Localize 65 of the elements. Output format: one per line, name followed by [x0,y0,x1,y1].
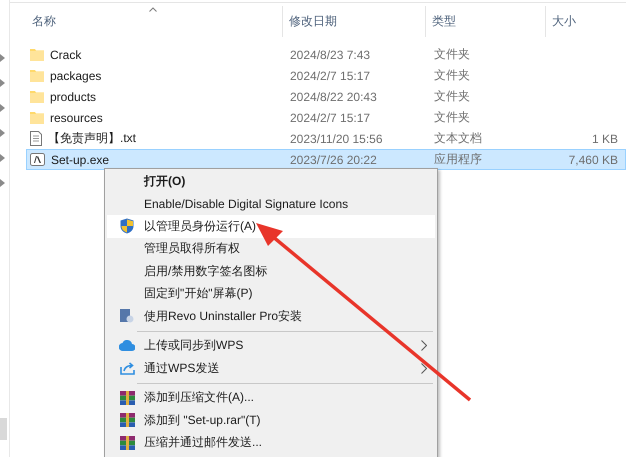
expand-arrow-icon[interactable] [0,54,5,62]
file-type: 应用程序 [433,151,483,168]
file-size: 7,460 KB [568,152,618,166]
menu-item[interactable]: 管理员取得所有权 [107,238,435,260]
expand-arrow-icon[interactable] [0,104,5,112]
modified-date: 2024/2/7 15:17 [289,110,372,124]
share-icon [120,361,134,376]
column-header[interactable]: 修改日期 [283,6,426,37]
menu-item[interactable]: 上传或同步到WPS [107,334,435,357]
menu-item[interactable]: 启用/禁用数字签名图标 [107,260,435,282]
menu-item[interactable]: 固定到"开始"屏幕(P) [107,282,435,305]
expand-arrow-icon[interactable] [0,179,5,187]
document-icon [30,131,42,146]
file-row[interactable]: 【免责声明】.txt 2023/11/20 15:56 文本文档 1 KB [26,128,626,149]
file-name: packages [50,68,102,82]
file-name: resources [50,110,103,124]
archive-icon [120,436,134,450]
file-name: 【免责声明】.txt [48,130,136,147]
sort-caret-icon [149,7,157,12]
archive-icon [120,390,134,405]
folder-icon [30,90,44,103]
expand-arrow-icon[interactable] [0,79,5,87]
submenu-chevron-icon [421,340,427,352]
file-name: products [50,90,96,104]
modified-date: 2023/11/20 15:56 [289,132,384,146]
modified-date: 2024/8/22 20:43 [289,90,378,104]
menu-item[interactable]: 添加到 "Set-up.rar"(T) [107,409,435,432]
menu-item[interactable]: 添加到压缩文件(A)... [107,386,435,409]
modified-date: 2023/7/26 20:22 [289,152,378,166]
installer-icon [120,309,134,324]
expand-arrow-icon[interactable] [0,129,5,137]
folder-icon [30,111,44,124]
menu-item[interactable]: 使用Revo Uninstaller Pro安装 [107,305,435,328]
file-type: 文件夹 [433,67,471,84]
menu-item[interactable]: 压缩并通过邮件发送... [107,432,435,454]
cloud-icon [119,340,135,352]
file-type: 文件夹 [433,109,471,126]
menu-item[interactable]: Enable/Disable Digital Signature Icons [107,192,435,215]
file-name: Crack [50,48,82,62]
file-name: Set-up.exe [51,152,110,166]
file-type: 文本文档 [433,130,483,147]
file-type: 文件夹 [433,46,471,63]
column-header[interactable]: 大小 [546,6,626,37]
column-header[interactable]: 类型 [426,6,546,37]
file-row[interactable]: packages 2024/2/7 15:17 文件夹 [26,65,626,86]
archive-icon [120,413,134,428]
folder-icon [30,69,44,82]
expand-arrow-icon[interactable] [0,154,5,162]
folder-icon [30,48,44,61]
file-row[interactable]: products 2024/8/22 20:43 文件夹 [26,86,626,107]
menu-item[interactable]: 打开(O) [107,170,435,192]
application-icon [30,153,45,166]
scrollbar-thumb[interactable] [0,418,7,440]
submenu-chevron-icon [421,362,427,374]
modified-date: 2024/2/7 15:17 [289,68,372,82]
file-row[interactable]: Crack 2024/8/23 7:43 文件夹 [26,44,626,65]
modified-date: 2024/8/23 7:43 [289,48,372,62]
file-row[interactable]: Set-up.exe 2023/7/26 20:22 应用程序 7,460 KB [26,149,626,170]
menu-item[interactable]: 通过WPS发送 [107,357,435,380]
column-header[interactable]: 名称 [10,6,283,37]
menu-item[interactable]: 以管理员身份运行(A) [107,215,435,238]
file-row[interactable]: resources 2024/2/7 15:17 文件夹 [26,107,626,128]
file-size: 1 KB [592,132,618,146]
shield-icon [120,218,134,234]
file-type: 文件夹 [433,88,471,105]
